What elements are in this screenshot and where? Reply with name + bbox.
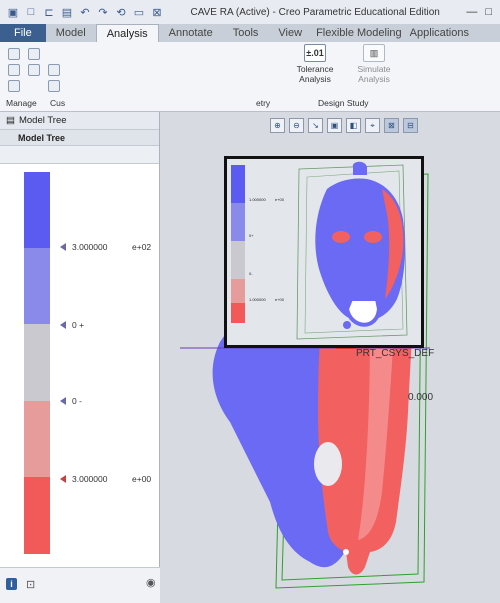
ribbon-small-button-3[interactable]: [8, 80, 20, 92]
save-icon[interactable]: ▤: [60, 5, 74, 19]
ribbon-small-button-7[interactable]: [48, 80, 60, 92]
info-icon[interactable]: i: [6, 578, 17, 590]
legend-band-1: [24, 172, 50, 248]
legend-band-4: [24, 401, 50, 477]
tab-view[interactable]: View: [268, 24, 312, 42]
legend-exp-4: e+00: [132, 474, 152, 484]
group-geometry-label: etry: [256, 98, 271, 108]
legend-marker-2: [60, 321, 66, 329]
legend-marker-3: [60, 397, 66, 405]
legend-band-3: [24, 324, 50, 401]
new-icon[interactable]: □: [24, 5, 38, 19]
tolerance-analysis-icon: ±.01: [304, 44, 326, 62]
tab-tools[interactable]: Tools: [223, 24, 269, 42]
dimension-label: 0.000: [408, 392, 434, 403]
maximize-icon[interactable]: □: [485, 6, 492, 18]
ribbon-small-button-5[interactable]: [28, 64, 40, 76]
legend-label-3: 0 -: [72, 396, 82, 406]
tab-flexible-modeling[interactable]: Flexible Modeling: [312, 24, 406, 42]
title-bar: ▣ □ ⊏ ▤ ↶ ↷ ⟲ ▭ ⊠ CAVE RA (Active) - Cre…: [0, 0, 500, 24]
tab-annotate[interactable]: Annotate: [159, 24, 223, 42]
ribbon-small-button-1[interactable]: [8, 48, 20, 60]
ribbon-small-button-6[interactable]: [48, 64, 60, 76]
status-area: i ⊡ ◉: [0, 567, 160, 603]
ribbon: ±.01 Tolerance Analysis ▥ Simulate Analy…: [0, 42, 500, 112]
graphics-viewport[interactable]: ⊕ ⊖ ↘ ▣ ◧ ⌖ ⊠ ⊟ Z Y PRT_CSYS_DEF 0.000: [160, 112, 500, 603]
legend-label-4: 3.000000: [72, 474, 108, 484]
open-icon[interactable]: ⊏: [42, 5, 56, 19]
app-icon[interactable]: ▣: [6, 5, 20, 19]
legend-marker-1: [60, 243, 66, 251]
selection-icon[interactable]: ◉: [146, 576, 156, 589]
legend-marker-4: [60, 475, 66, 483]
model-tree-panel: ▤ Model Tree Model Tree 3.000000 e+02 0 …: [0, 112, 160, 603]
quick-access-toolbar: ▣ □ ⊏ ▤ ↶ ↷ ⟲ ▭ ⊠: [0, 5, 164, 19]
ribbon-small-button-4[interactable]: [28, 48, 40, 60]
legend-label-1: 3.000000: [72, 242, 108, 252]
model-tree-tab[interactable]: ▤ Model Tree: [0, 112, 159, 130]
model-eye-hole: [314, 442, 342, 486]
undo-icon[interactable]: ↶: [78, 5, 92, 19]
window-controls: — □: [466, 6, 500, 18]
group-custom-label: Cus: [50, 98, 66, 108]
redo-icon[interactable]: ↷: [96, 5, 110, 19]
model-tree-toolbar: [0, 146, 159, 164]
group-manage-label[interactable]: Manage: [6, 98, 37, 108]
legend-label-2: 0 +: [72, 320, 85, 330]
model-tree-header: Model Tree: [0, 130, 159, 146]
group-design-study-label: Design Study: [318, 98, 369, 108]
tab-file[interactable]: File: [0, 24, 46, 42]
model-tree-icon: ▤: [6, 115, 15, 126]
filter-icon[interactable]: ⊡: [26, 578, 35, 591]
legend-band-5: [24, 477, 50, 554]
tab-analysis[interactable]: Analysis: [95, 24, 159, 42]
close-window-icon[interactable]: ⊠: [150, 5, 164, 19]
inset-canvas: 1.000000 e+00 0+ 0- 1.000000 e+00: [227, 159, 421, 345]
mount-hole-bottom: [343, 549, 349, 555]
tolerance-analysis-button[interactable]: ±.01 Tolerance Analysis: [285, 44, 345, 84]
legend-exp-1: e+02: [132, 242, 152, 252]
legend-band-2: [24, 248, 50, 324]
tab-applications[interactable]: Applications: [406, 24, 473, 42]
regenerate-icon[interactable]: ⟲: [114, 5, 128, 19]
inset-preview-window: 1.000000 e+00 0+ 0- 1.000000 e+00: [224, 156, 424, 348]
tab-model[interactable]: Model: [46, 24, 96, 42]
ribbon-tabs: File Model Analysis Annotate Tools View …: [0, 24, 500, 42]
window-title: CAVE RA (Active) - Creo Parametric Educa…: [190, 6, 440, 18]
minimize-icon[interactable]: —: [466, 6, 477, 18]
simulate-analysis-button[interactable]: ▥ Simulate Analysis: [352, 44, 396, 84]
csys-label: PRT_CSYS_DEF: [356, 348, 435, 359]
inset-model-render: [296, 161, 408, 340]
simulate-analysis-icon: ▥: [363, 44, 385, 62]
ribbon-small-button-2[interactable]: [8, 64, 20, 76]
windows-icon[interactable]: ▭: [132, 5, 146, 19]
